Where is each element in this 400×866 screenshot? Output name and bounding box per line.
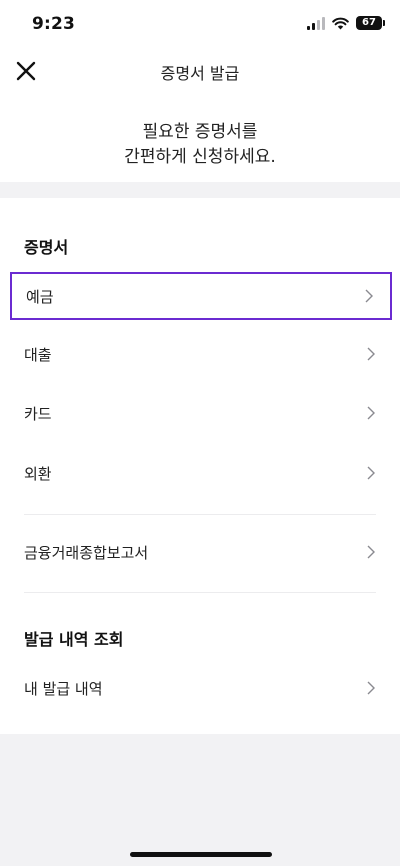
divider bbox=[24, 592, 376, 593]
intro-line-2: 간편하게 신청하세요. bbox=[124, 147, 276, 167]
menu-item-label: 대출 bbox=[24, 345, 52, 364]
menu-item-card[interactable]: 카드 bbox=[10, 389, 392, 437]
content-card: 증명서 예금 대출 카드 외환 금융거래종합보고서 발급 내역 조회 내 발급 … bbox=[0, 198, 400, 734]
divider bbox=[24, 514, 376, 515]
menu-item-deposit[interactable]: 예금 bbox=[10, 272, 392, 320]
intro-text: 필요한 증명서를 간편하게 신청하세요. bbox=[0, 94, 400, 170]
status-time: 9:23 bbox=[32, 14, 76, 34]
menu-item-label: 금융거래종합보고서 bbox=[24, 543, 149, 562]
chevron-right-icon bbox=[367, 466, 375, 480]
home-indicator[interactable] bbox=[130, 852, 272, 857]
menu-item-loan[interactable]: 대출 bbox=[10, 330, 392, 378]
menu-item-my-history[interactable]: 내 발급 내역 bbox=[10, 664, 392, 712]
section-title-history: 발급 내역 조회 bbox=[24, 630, 124, 649]
chevron-right-icon bbox=[367, 545, 375, 559]
menu-item-label: 외환 bbox=[24, 464, 52, 483]
header: 증명서 발급 bbox=[0, 48, 400, 94]
chevron-right-icon bbox=[365, 289, 373, 303]
chevron-right-icon bbox=[367, 406, 375, 420]
signal-icon bbox=[307, 16, 325, 30]
intro-line-1: 필요한 증명서를 bbox=[142, 122, 258, 142]
status-icons: 67 bbox=[307, 16, 385, 30]
menu-item-label: 내 발급 내역 bbox=[24, 679, 103, 698]
chevron-right-icon bbox=[367, 347, 375, 361]
menu-item-label: 예금 bbox=[26, 287, 54, 306]
chevron-right-icon bbox=[367, 681, 375, 695]
intro-section: 필요한 증명서를 간편하게 신청하세요. bbox=[0, 94, 400, 182]
wifi-icon bbox=[332, 17, 349, 29]
menu-item-financial-report[interactable]: 금융거래종합보고서 bbox=[10, 528, 392, 576]
menu-item-label: 카드 bbox=[24, 404, 52, 423]
battery-icon: 67 bbox=[356, 16, 385, 30]
section-title-certificates: 증명서 bbox=[24, 238, 69, 257]
menu-item-foreign-exchange[interactable]: 외환 bbox=[10, 449, 392, 497]
status-bar: 9:23 67 bbox=[0, 0, 400, 48]
page-title: 증명서 발급 bbox=[160, 64, 240, 83]
screen: 9:23 67 증명서 발급 필요한 증명서를 간편하게 신청하세요. 증명서 … bbox=[0, 0, 400, 866]
